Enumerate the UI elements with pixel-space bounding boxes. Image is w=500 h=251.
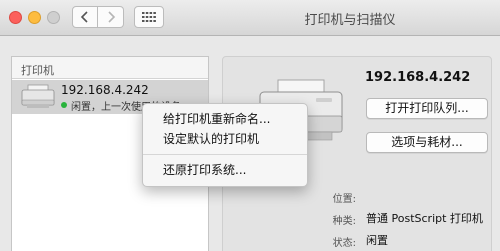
options-supplies-button[interactable]: 选项与耗材... <box>366 132 488 153</box>
detail-printer-name: 192.168.4.242 <box>365 70 471 85</box>
kind-label: 种类: <box>332 216 356 227</box>
menu-item-reset-printing-system[interactable]: 还原打印系统... <box>143 160 307 180</box>
status-value: 闲置 <box>366 234 388 247</box>
printer-context-menu: 给打印机重新命名... 设定默认的打印机 还原打印系统... <box>142 103 308 187</box>
back-button[interactable] <box>72 6 98 28</box>
chevron-left-icon <box>80 11 88 23</box>
status-dot-icon <box>61 102 67 108</box>
forward-button[interactable] <box>98 6 124 28</box>
printer-name: 192.168.4.242 <box>61 83 149 97</box>
printers-list-header: 打印机 <box>12 57 208 79</box>
zoom-window-button[interactable] <box>47 11 60 24</box>
chevron-right-icon <box>107 11 115 23</box>
menu-item-set-default-printer[interactable]: 设定默认的打印机 <box>143 129 307 149</box>
close-window-button[interactable] <box>9 11 22 24</box>
location-label: 位置: <box>332 194 356 205</box>
title-bar: 打印机与扫描仪 <box>0 0 500 36</box>
menu-item-rename-printer[interactable]: 给打印机重新命名... <box>143 109 307 129</box>
window-title: 打印机与扫描仪 <box>304 13 396 28</box>
menu-separator <box>143 154 307 155</box>
status-label: 状态: <box>332 238 356 249</box>
open-print-queue-button[interactable]: 打开打印队列... <box>366 98 488 119</box>
show-all-preferences-button[interactable] <box>134 6 164 28</box>
grid-icon <box>142 12 156 22</box>
kind-value: 普通 PostScript 打印机 <box>366 212 483 225</box>
printer-icon <box>21 84 55 108</box>
minimize-window-button[interactable] <box>28 11 41 24</box>
